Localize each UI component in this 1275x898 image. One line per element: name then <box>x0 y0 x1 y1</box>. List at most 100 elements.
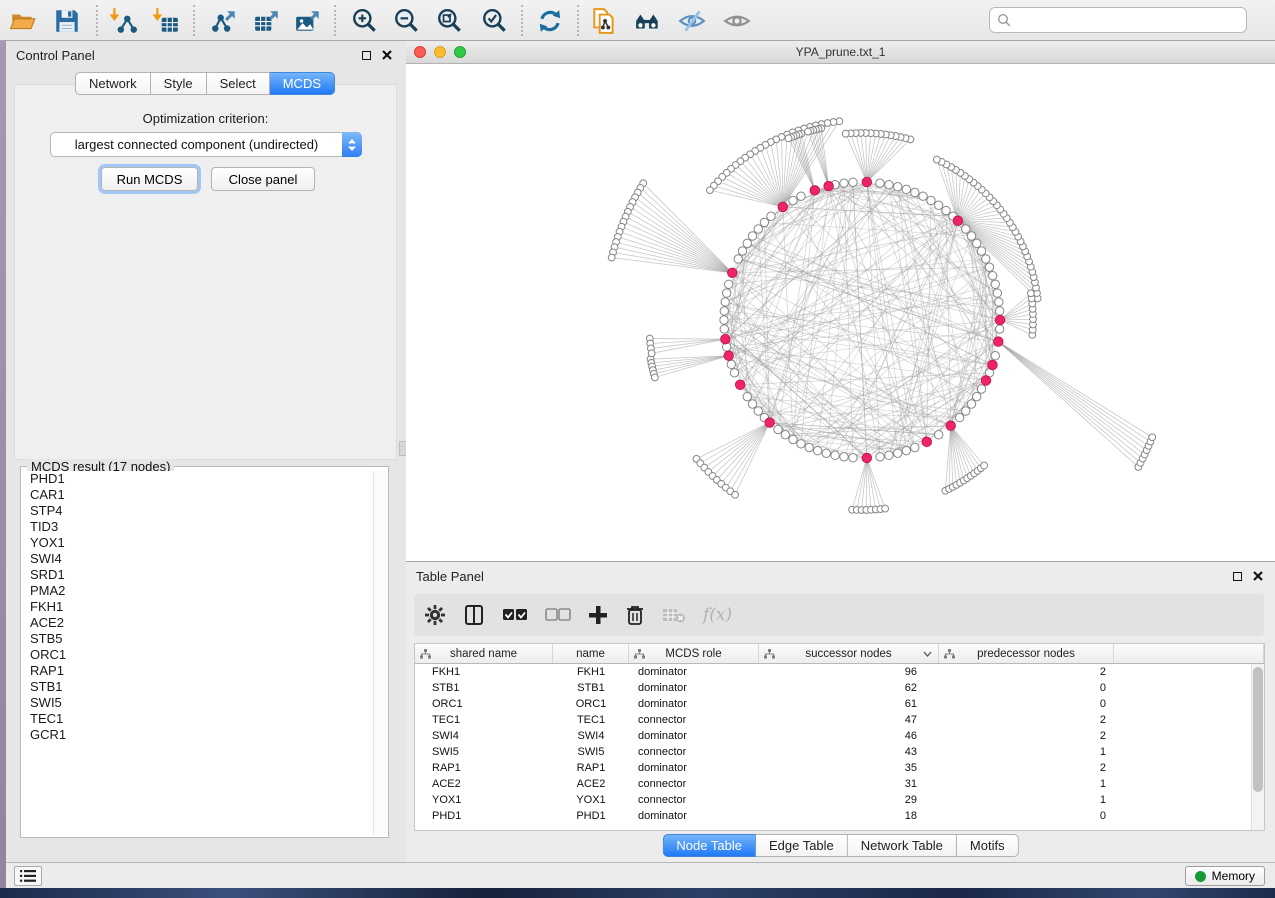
network-node[interactable] <box>911 443 919 451</box>
network-node[interactable] <box>934 431 942 439</box>
table-cell[interactable]: dominator <box>629 728 759 744</box>
table-cell[interactable]: STB1 <box>553 680 629 696</box>
network-titlebar[interactable]: YPA_prune.txt_1 <box>406 41 1275 64</box>
table-cell[interactable]: RAP1 <box>415 760 553 776</box>
network-node[interactable] <box>996 325 1004 333</box>
table-cell[interactable]: YOX1 <box>553 792 629 808</box>
zoom-fit-button[interactable] <box>435 6 465 36</box>
table-cell[interactable]: 62 <box>759 680 939 696</box>
table-cell[interactable]: SWI4 <box>553 728 629 744</box>
network-node[interactable] <box>902 185 910 193</box>
network-node[interactable] <box>785 135 792 142</box>
tab-style[interactable]: Style <box>151 72 207 95</box>
network-node[interactable] <box>707 187 714 194</box>
table-cell[interactable]: ORC1 <box>553 696 629 712</box>
table-tab-edge-table[interactable]: Edge Table <box>756 834 848 857</box>
table-cell[interactable]: PHD1 <box>553 808 629 824</box>
network-node[interactable] <box>648 350 655 357</box>
network-node[interactable] <box>967 232 975 240</box>
table-tab-motifs[interactable]: Motifs <box>957 834 1019 857</box>
network-node[interactable] <box>720 325 728 333</box>
network-node[interactable] <box>876 453 884 461</box>
mcds-result-item[interactable]: GCR1 <box>23 727 372 743</box>
run-mcds-button[interactable]: Run MCDS <box>101 167 198 191</box>
dominator-node[interactable] <box>728 268 738 278</box>
column-header-MCDS-role[interactable]: MCDS role <box>629 644 759 663</box>
table-cell[interactable]: dominator <box>629 696 759 712</box>
close-mcds-panel-button[interactable]: Close panel <box>211 167 315 191</box>
export-table-button[interactable] <box>252 6 282 36</box>
table-cell[interactable]: 1 <box>939 776 1114 792</box>
table-cell[interactable]: PHD1 <box>415 808 553 824</box>
table-cell[interactable]: dominator <box>629 760 759 776</box>
network-node[interactable] <box>985 263 993 271</box>
network-node[interactable] <box>805 443 813 451</box>
dominator-node[interactable] <box>735 380 745 390</box>
table-cell[interactable]: ACE2 <box>553 776 629 792</box>
network-node[interactable] <box>748 400 756 408</box>
dominator-node[interactable] <box>953 216 963 226</box>
criterion-select[interactable]: largest connected component (undirected) <box>50 132 362 157</box>
dominator-node[interactable] <box>862 453 872 463</box>
network-node[interactable] <box>767 212 775 220</box>
network-node[interactable] <box>993 289 1001 297</box>
dominator-node[interactable] <box>988 360 998 370</box>
dominator-node[interactable] <box>995 315 1005 325</box>
network-node[interactable] <box>902 446 910 454</box>
network-node[interactable] <box>651 374 658 381</box>
network-node[interactable] <box>608 254 615 261</box>
delete-row-button[interactable] <box>625 602 645 628</box>
network-node[interactable] <box>988 271 996 279</box>
network-node[interactable] <box>962 225 970 233</box>
network-node[interactable] <box>849 178 857 186</box>
table-cell[interactable]: SWI5 <box>415 744 553 760</box>
table-row[interactable]: ORC1ORC1dominator610 <box>415 696 1264 712</box>
network-node[interactable] <box>738 247 746 255</box>
table-cell[interactable]: 46 <box>759 728 939 744</box>
table-cell[interactable]: connector <box>629 776 759 792</box>
zoom-out-button[interactable] <box>392 6 422 36</box>
network-node[interactable] <box>730 369 738 377</box>
dominator-node[interactable] <box>765 418 775 428</box>
sort-chevron-icon[interactable] <box>923 651 932 657</box>
table-cell[interactable]: 96 <box>759 664 939 680</box>
table-tab-network-table[interactable]: Network Table <box>848 834 957 857</box>
network-node[interactable] <box>991 280 999 288</box>
table-cell[interactable]: ORC1 <box>415 696 553 712</box>
table-tab-node-table[interactable]: Node Table <box>662 834 756 857</box>
table-cell[interactable]: dominator <box>629 808 759 824</box>
mcds-result-item[interactable]: ACE2 <box>23 615 372 631</box>
network-node[interactable] <box>789 196 797 204</box>
table-row[interactable]: YOX1YOX1connector291 <box>415 792 1264 808</box>
network-node[interactable] <box>774 425 782 433</box>
table-cell[interactable]: TEC1 <box>415 712 553 728</box>
mcds-result-list[interactable]: PHD1CAR1STP4TID3YOX1SWI4SRD1PMA2FKH1ACE2… <box>23 471 372 835</box>
table-cell[interactable]: 47 <box>759 712 939 728</box>
table-cell[interactable]: 61 <box>759 696 939 712</box>
network-node[interactable] <box>831 451 839 459</box>
network-node[interactable] <box>760 218 768 226</box>
network-node[interactable] <box>754 225 762 233</box>
close-control-panel-button[interactable] <box>380 48 394 62</box>
network-node[interactable] <box>727 360 735 368</box>
table-cell[interactable]: 31 <box>759 776 939 792</box>
dominator-node[interactable] <box>724 351 734 361</box>
table-settings-button[interactable] <box>424 602 446 628</box>
mcds-result-item[interactable]: SWI5 <box>23 695 372 711</box>
table-cell[interactable]: 1 <box>939 792 1114 808</box>
delete-table-button[interactable] <box>662 602 686 628</box>
mcds-result-item[interactable]: TEC1 <box>23 711 372 727</box>
network-node[interactable] <box>720 307 728 315</box>
table-row[interactable]: SWI4SWI4dominator462 <box>415 728 1264 744</box>
import-table-button[interactable] <box>151 6 181 36</box>
mcds-result-item[interactable]: STB1 <box>23 679 372 695</box>
dominator-node[interactable] <box>862 177 872 187</box>
add-row-button[interactable] <box>588 602 608 628</box>
network-node[interactable] <box>797 440 805 448</box>
network-node[interactable] <box>885 180 893 188</box>
network-node[interactable] <box>849 454 857 462</box>
table-cell[interactable]: STB1 <box>415 680 553 696</box>
table-cell[interactable]: 2 <box>939 728 1114 744</box>
table-row[interactable]: RAP1RAP1dominator352 <box>415 760 1264 776</box>
table-cell[interactable]: ACE2 <box>415 776 553 792</box>
